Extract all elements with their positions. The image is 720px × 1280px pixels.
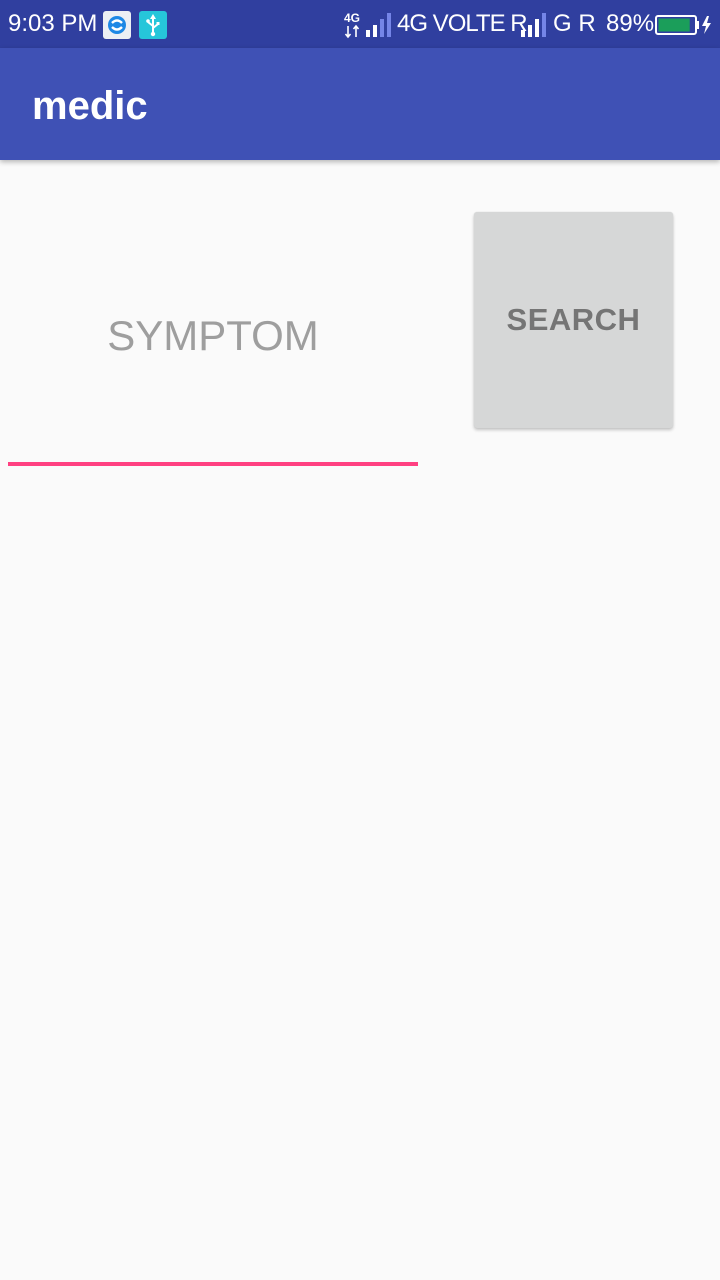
app-title: medic [32, 84, 148, 128]
app-bar: medic [0, 48, 720, 160]
symptom-input-underline [8, 462, 418, 466]
symptom-field[interactable] [8, 210, 418, 466]
signal-strength-icon [519, 12, 549, 38]
signal-strength-icon [364, 12, 394, 38]
status-time: 9:03 PM [8, 10, 98, 37]
network-type-icon: 4G [344, 10, 364, 40]
symptom-input[interactable] [8, 210, 418, 462]
battery-charging-icon [655, 14, 713, 36]
battery-fill [658, 18, 690, 32]
sim1-network-label: 4G VOLTE R [397, 10, 528, 37]
svg-text:4G: 4G [344, 11, 360, 25]
sync-icon [103, 11, 131, 39]
usb-icon [139, 11, 167, 39]
status-bar: 9:03 PM 4G 4G VOLTE R G R 89% [0, 0, 720, 48]
battery-percent: 89% [606, 10, 655, 37]
sim2-network-label: G R [553, 10, 596, 37]
search-button[interactable]: SEARCH [474, 212, 673, 428]
